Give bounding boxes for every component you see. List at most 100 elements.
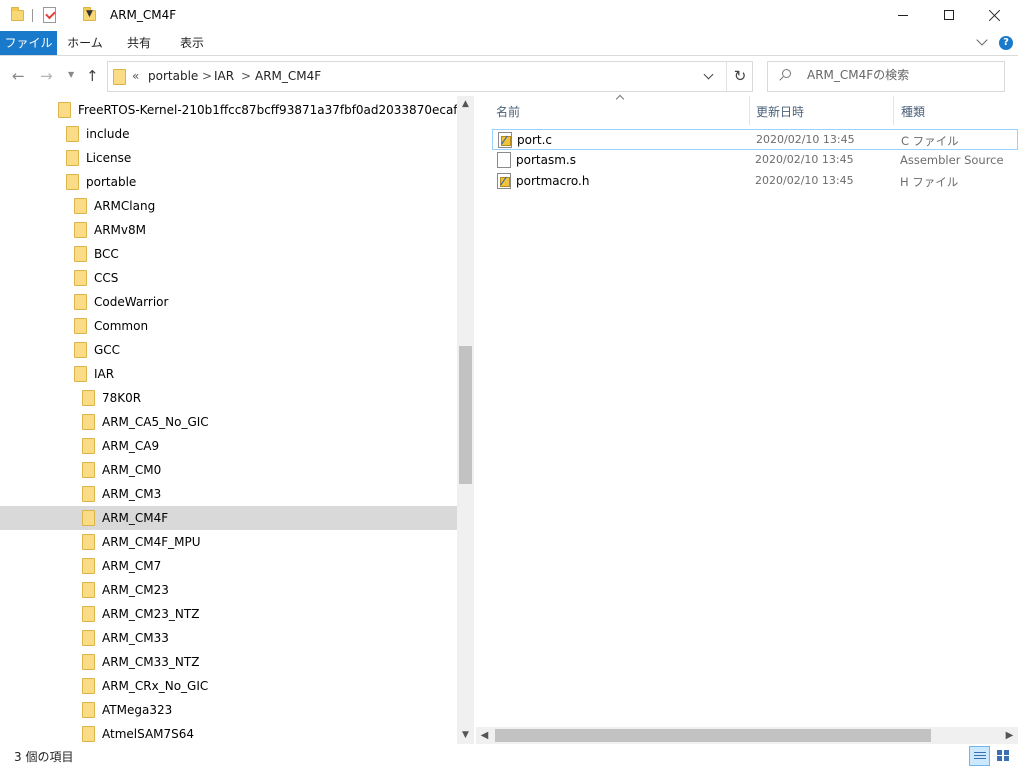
scroll-down-arrow-icon[interactable]: ▼ xyxy=(457,727,474,744)
tree-item-label: portable xyxy=(86,175,137,189)
address-bar[interactable]: « portable > IAR > ARM_CM4F ↻ xyxy=(107,61,753,92)
tree-item-label: Common xyxy=(94,319,149,333)
tree-item[interactable]: ARM_CM23_NTZ xyxy=(82,602,457,626)
tree-item-label: ARM_CA5_No_GIC xyxy=(102,415,209,429)
tree-item[interactable]: ARM_CM7 xyxy=(82,554,457,578)
tab-view[interactable]: 表示 xyxy=(170,31,214,55)
expand-ribbon-chevron-icon[interactable] xyxy=(976,34,988,46)
tree-item[interactable]: include xyxy=(66,122,457,146)
minimize-button[interactable] xyxy=(880,0,926,31)
tree-item[interactable]: ARM_CA5_No_GIC xyxy=(82,410,457,434)
tree-item[interactable]: Common xyxy=(74,314,457,338)
column-divider[interactable] xyxy=(749,96,750,125)
close-button[interactable] xyxy=(972,0,1018,31)
tree-item[interactable]: ARM_CA9 xyxy=(82,434,457,458)
breadcrumb-separator[interactable]: > xyxy=(202,69,212,83)
search-box[interactable] xyxy=(767,61,1005,92)
scroll-thumb[interactable] xyxy=(495,729,931,742)
tab-home[interactable]: ホーム xyxy=(62,31,108,55)
tab-file[interactable]: ファイル xyxy=(0,31,57,55)
folder-icon xyxy=(82,678,95,694)
search-input[interactable] xyxy=(807,68,997,82)
tree-item-label: BCC xyxy=(94,247,119,261)
column-header-type[interactable]: 種類 xyxy=(901,103,925,120)
large-icons-view-button[interactable] xyxy=(993,746,1014,766)
tree-item[interactable]: ARMv8M xyxy=(74,218,457,242)
tree-item[interactable]: CCS xyxy=(74,266,457,290)
folder-icon xyxy=(113,69,126,85)
folder-icon xyxy=(82,630,95,646)
tree-item-label: FreeRTOS-Kernel-210b1ffcc87bcff93871a37f… xyxy=(78,103,458,117)
file-list: 名前 更新日時 種類 port.c 2020/02/10 13:45 C ファイル p… xyxy=(476,94,1018,744)
tree-item[interactable]: BCC xyxy=(74,242,457,266)
forward-arrow-icon[interactable]: → xyxy=(40,67,53,85)
back-arrow-icon[interactable]: ← xyxy=(12,67,25,85)
tree-item-label: include xyxy=(86,127,130,141)
up-arrow-icon[interactable]: ↑ xyxy=(86,67,99,85)
tree-item[interactable]: portable xyxy=(66,170,457,194)
tree-item[interactable]: ARM_CM33 xyxy=(82,626,457,650)
folder-icon xyxy=(82,486,95,502)
navigation-bar: ← → ▼ ↑ « portable > IAR > ARM_CM4F ↻ xyxy=(0,56,1018,96)
file-row[interactable]: portasm.s 2020/02/10 13:45 Assembler Sourc… xyxy=(492,150,1018,171)
maximize-button[interactable] xyxy=(926,0,972,31)
scroll-thumb[interactable] xyxy=(459,346,472,484)
tree-item-label: IAR xyxy=(94,367,115,381)
scroll-left-arrow-icon[interactable]: ◀ xyxy=(476,727,493,744)
file-list-horizontal-scrollbar[interactable]: ◀ ▶ xyxy=(476,727,1018,744)
column-header-date[interactable]: 更新日時 xyxy=(756,103,804,120)
folder-icon xyxy=(58,102,71,118)
file-row[interactable]: port.c 2020/02/10 13:45 C ファイル xyxy=(492,129,1018,150)
tree-item[interactable]: ATMega323 xyxy=(82,698,457,722)
file-row[interactable]: portmacro.h 2020/02/10 13:45 H ファイル xyxy=(492,171,1018,192)
refresh-icon[interactable]: ↻ xyxy=(726,62,753,91)
tree-item[interactable]: ARMClang xyxy=(74,194,457,218)
folder-icon xyxy=(82,438,95,454)
folder-icon xyxy=(74,342,87,358)
minimize-icon xyxy=(898,15,908,16)
tree-item[interactable]: CodeWarrior xyxy=(74,290,457,314)
scroll-right-arrow-icon[interactable]: ▶ xyxy=(1001,727,1018,744)
breadcrumb-arm-cm4f[interactable]: ARM_CM4F xyxy=(255,69,321,83)
details-view-button[interactable] xyxy=(969,746,990,766)
folder-icon xyxy=(66,126,79,142)
breadcrumb-iar[interactable]: IAR xyxy=(214,69,234,83)
breadcrumb-separator[interactable]: > xyxy=(241,69,251,83)
tree-item[interactable]: ARM_CM4F xyxy=(0,506,457,530)
tree-item[interactable]: ARM_CM0 xyxy=(82,458,457,482)
folder-icon xyxy=(82,414,95,430)
tree-item[interactable]: ARM_CRx_No_GIC xyxy=(82,674,457,698)
large-icons-view-icon xyxy=(997,750,1009,761)
title-bar: ▼ ARM_CM4F xyxy=(0,0,1018,31)
tree-vertical-scrollbar[interactable]: ▲ ▼ xyxy=(457,96,474,744)
address-dropdown-chevron-icon[interactable] xyxy=(703,69,714,80)
tree-item[interactable]: ARM_CM3 xyxy=(82,482,457,506)
tree-item[interactable]: License xyxy=(66,146,457,170)
tree-item[interactable]: ARM_CM33_NTZ xyxy=(82,650,457,674)
help-icon[interactable]: ? xyxy=(999,36,1013,50)
tree-item[interactable]: FreeRTOS-Kernel-210b1ffcc87bcff93871a37f… xyxy=(58,98,458,122)
recent-locations-dropdown-icon[interactable]: ▼ xyxy=(68,70,74,79)
tree-item-label: ARM_CM33 xyxy=(102,631,169,645)
scroll-up-arrow-icon[interactable]: ▲ xyxy=(457,96,474,113)
breadcrumb-overflow[interactable]: « xyxy=(132,69,139,83)
tree-item[interactable]: IAR xyxy=(74,362,457,386)
file-type: H ファイル xyxy=(900,175,959,189)
properties-icon[interactable] xyxy=(43,7,56,23)
column-divider[interactable] xyxy=(893,96,894,125)
folder-icon xyxy=(74,318,87,334)
tree-item-label: ARM_CA9 xyxy=(102,439,160,453)
tab-share[interactable]: 共有 xyxy=(116,31,162,55)
tree-item[interactable]: 78K0R xyxy=(82,386,457,410)
tree-item-label: ARM_CM4F_MPU xyxy=(102,535,201,549)
tree-item[interactable]: AtmelSAM7S64 xyxy=(82,722,457,744)
quick-access-dropdown-icon[interactable]: ▼ xyxy=(86,9,93,19)
column-header-name[interactable]: 名前 xyxy=(496,103,520,120)
tree-item[interactable]: ARM_CM23 xyxy=(82,578,457,602)
tree-item-label: ARM_CM3 xyxy=(102,487,162,501)
tree-item[interactable]: GCC xyxy=(74,338,457,362)
folder-icon xyxy=(74,246,87,262)
breadcrumb-portable[interactable]: portable xyxy=(148,69,198,83)
status-bar: 3 個の項目 xyxy=(0,744,1018,768)
tree-item[interactable]: ARM_CM4F_MPU xyxy=(82,530,457,554)
